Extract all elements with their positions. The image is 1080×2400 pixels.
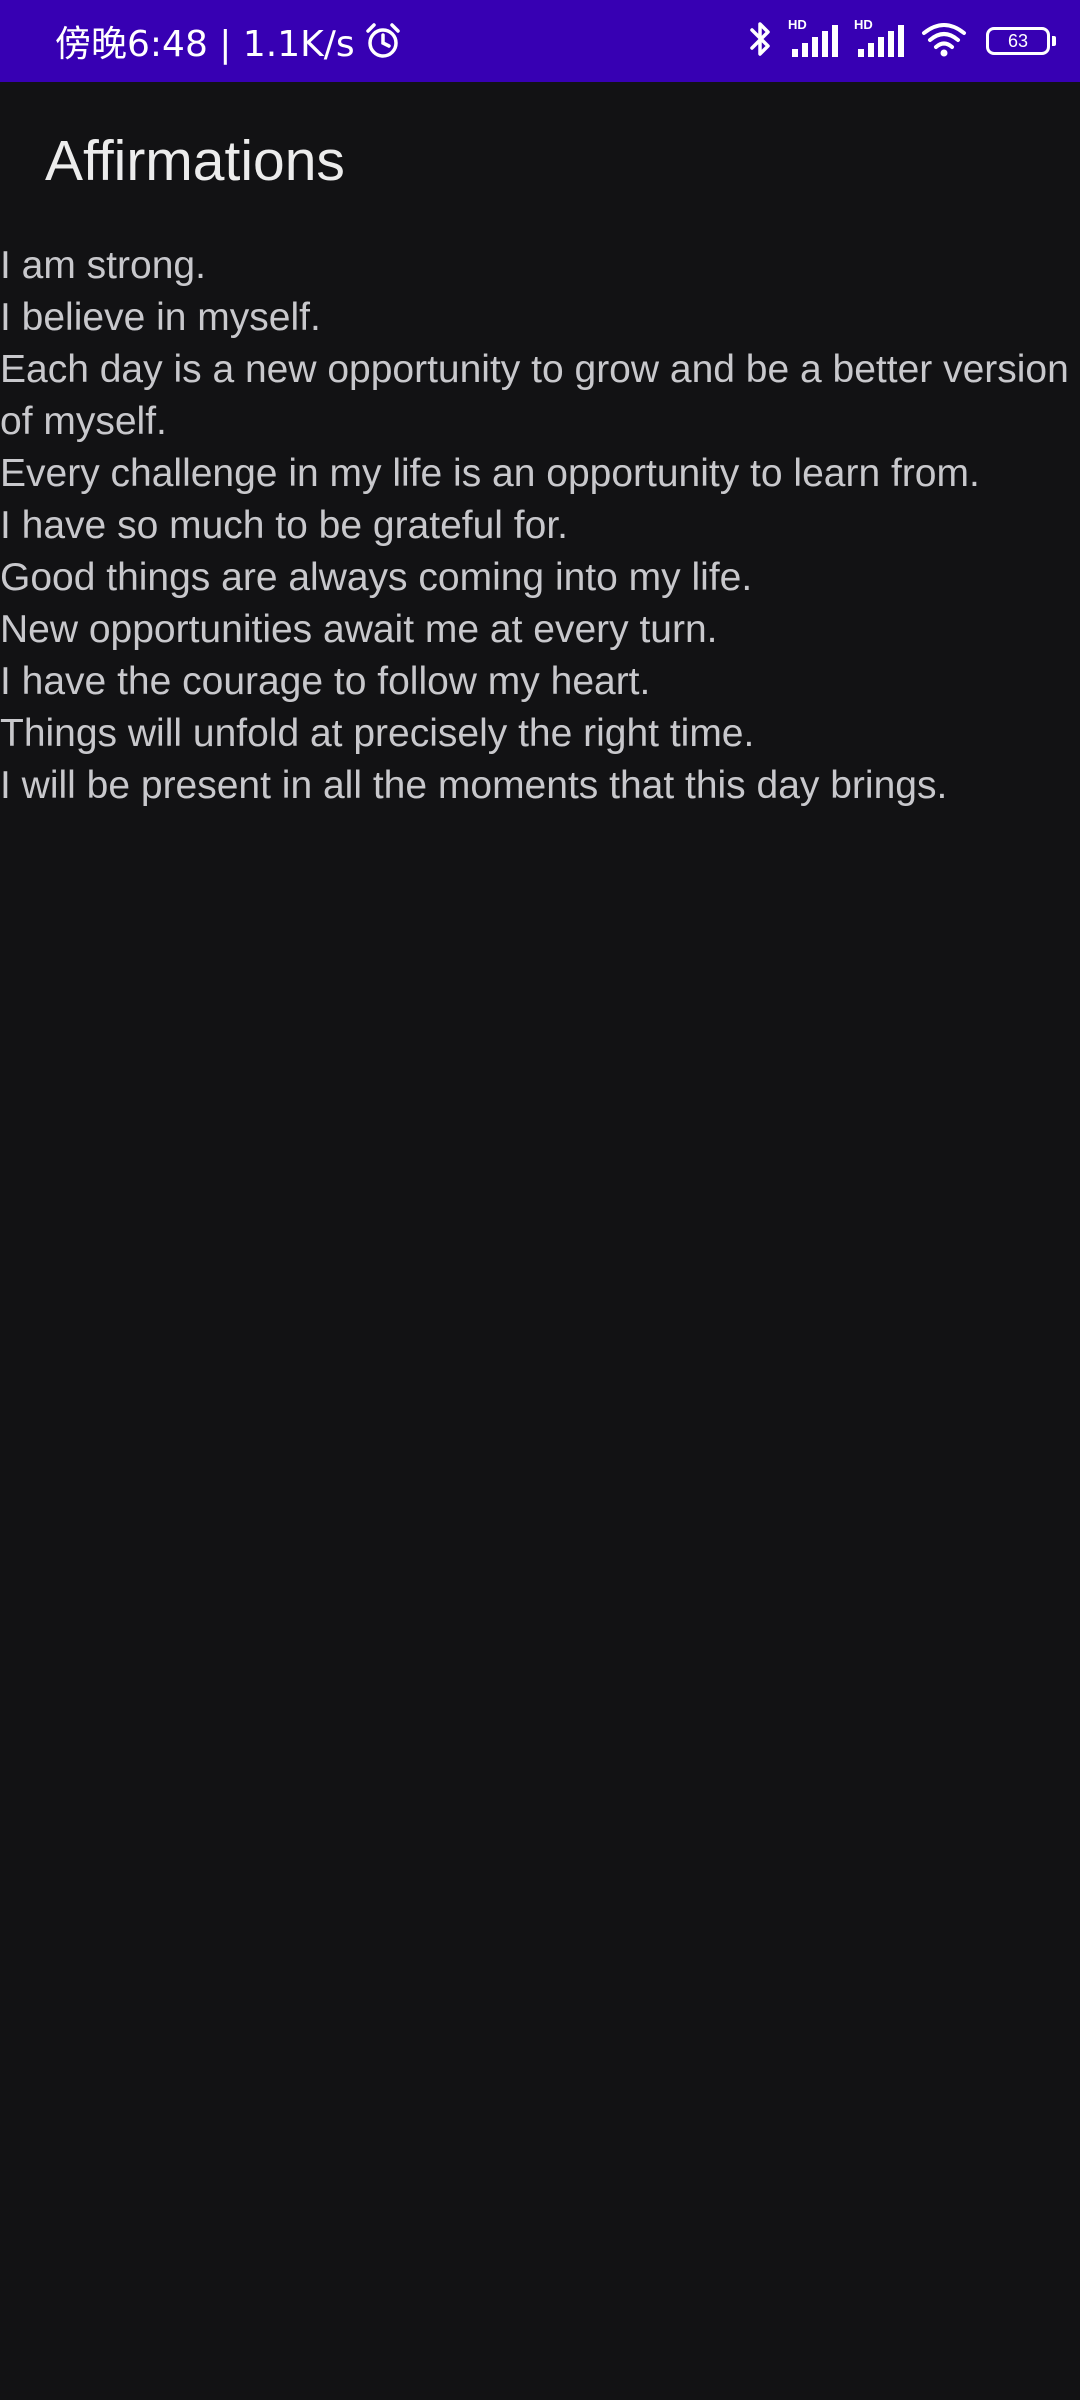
list-item: Things will unfold at precisely the righ… [0, 712, 755, 755]
hd-label: HD [788, 17, 807, 32]
page-title: Affirmations [45, 129, 345, 193]
list-item: I will be present in all the moments tha… [0, 764, 948, 807]
affirmations-list[interactable]: I am strong. I believe in myself. Each d… [0, 240, 1080, 812]
app-bar: Affirmations [0, 82, 1080, 242]
battery-icon: 63 [986, 27, 1056, 55]
status-right: HD HD 63 [746, 0, 1056, 82]
status-time: 傍晚6:48 | 1.1K/s [55, 24, 355, 65]
status-left: 傍晚6:48 | 1.1K/s [55, 0, 403, 82]
list-item: New opportunities await me at every turn… [0, 608, 718, 651]
list-item: I have so much to be grateful for. [0, 504, 568, 547]
list-item: I believe in myself. [0, 296, 321, 339]
bluetooth-icon [746, 19, 774, 64]
list-item: I have the courage to follow my heart. [0, 660, 651, 703]
signal-icon: HD [854, 17, 906, 61]
alarm-icon [363, 21, 403, 61]
status-bar: 傍晚6:48 | 1.1K/s HD HD 63 [0, 0, 1080, 82]
hd-label: HD [854, 17, 873, 32]
battery-level: 63 [1007, 30, 1029, 51]
list-item: Every challenge in my life is an opportu… [0, 452, 980, 495]
list-item: Good things are always coming into my li… [0, 556, 753, 599]
list-item: I am strong. [0, 244, 206, 287]
list-item: Each day is a new opportunity to grow an… [0, 348, 1069, 443]
wifi-icon [920, 19, 968, 64]
signal-icon: HD [788, 17, 840, 61]
